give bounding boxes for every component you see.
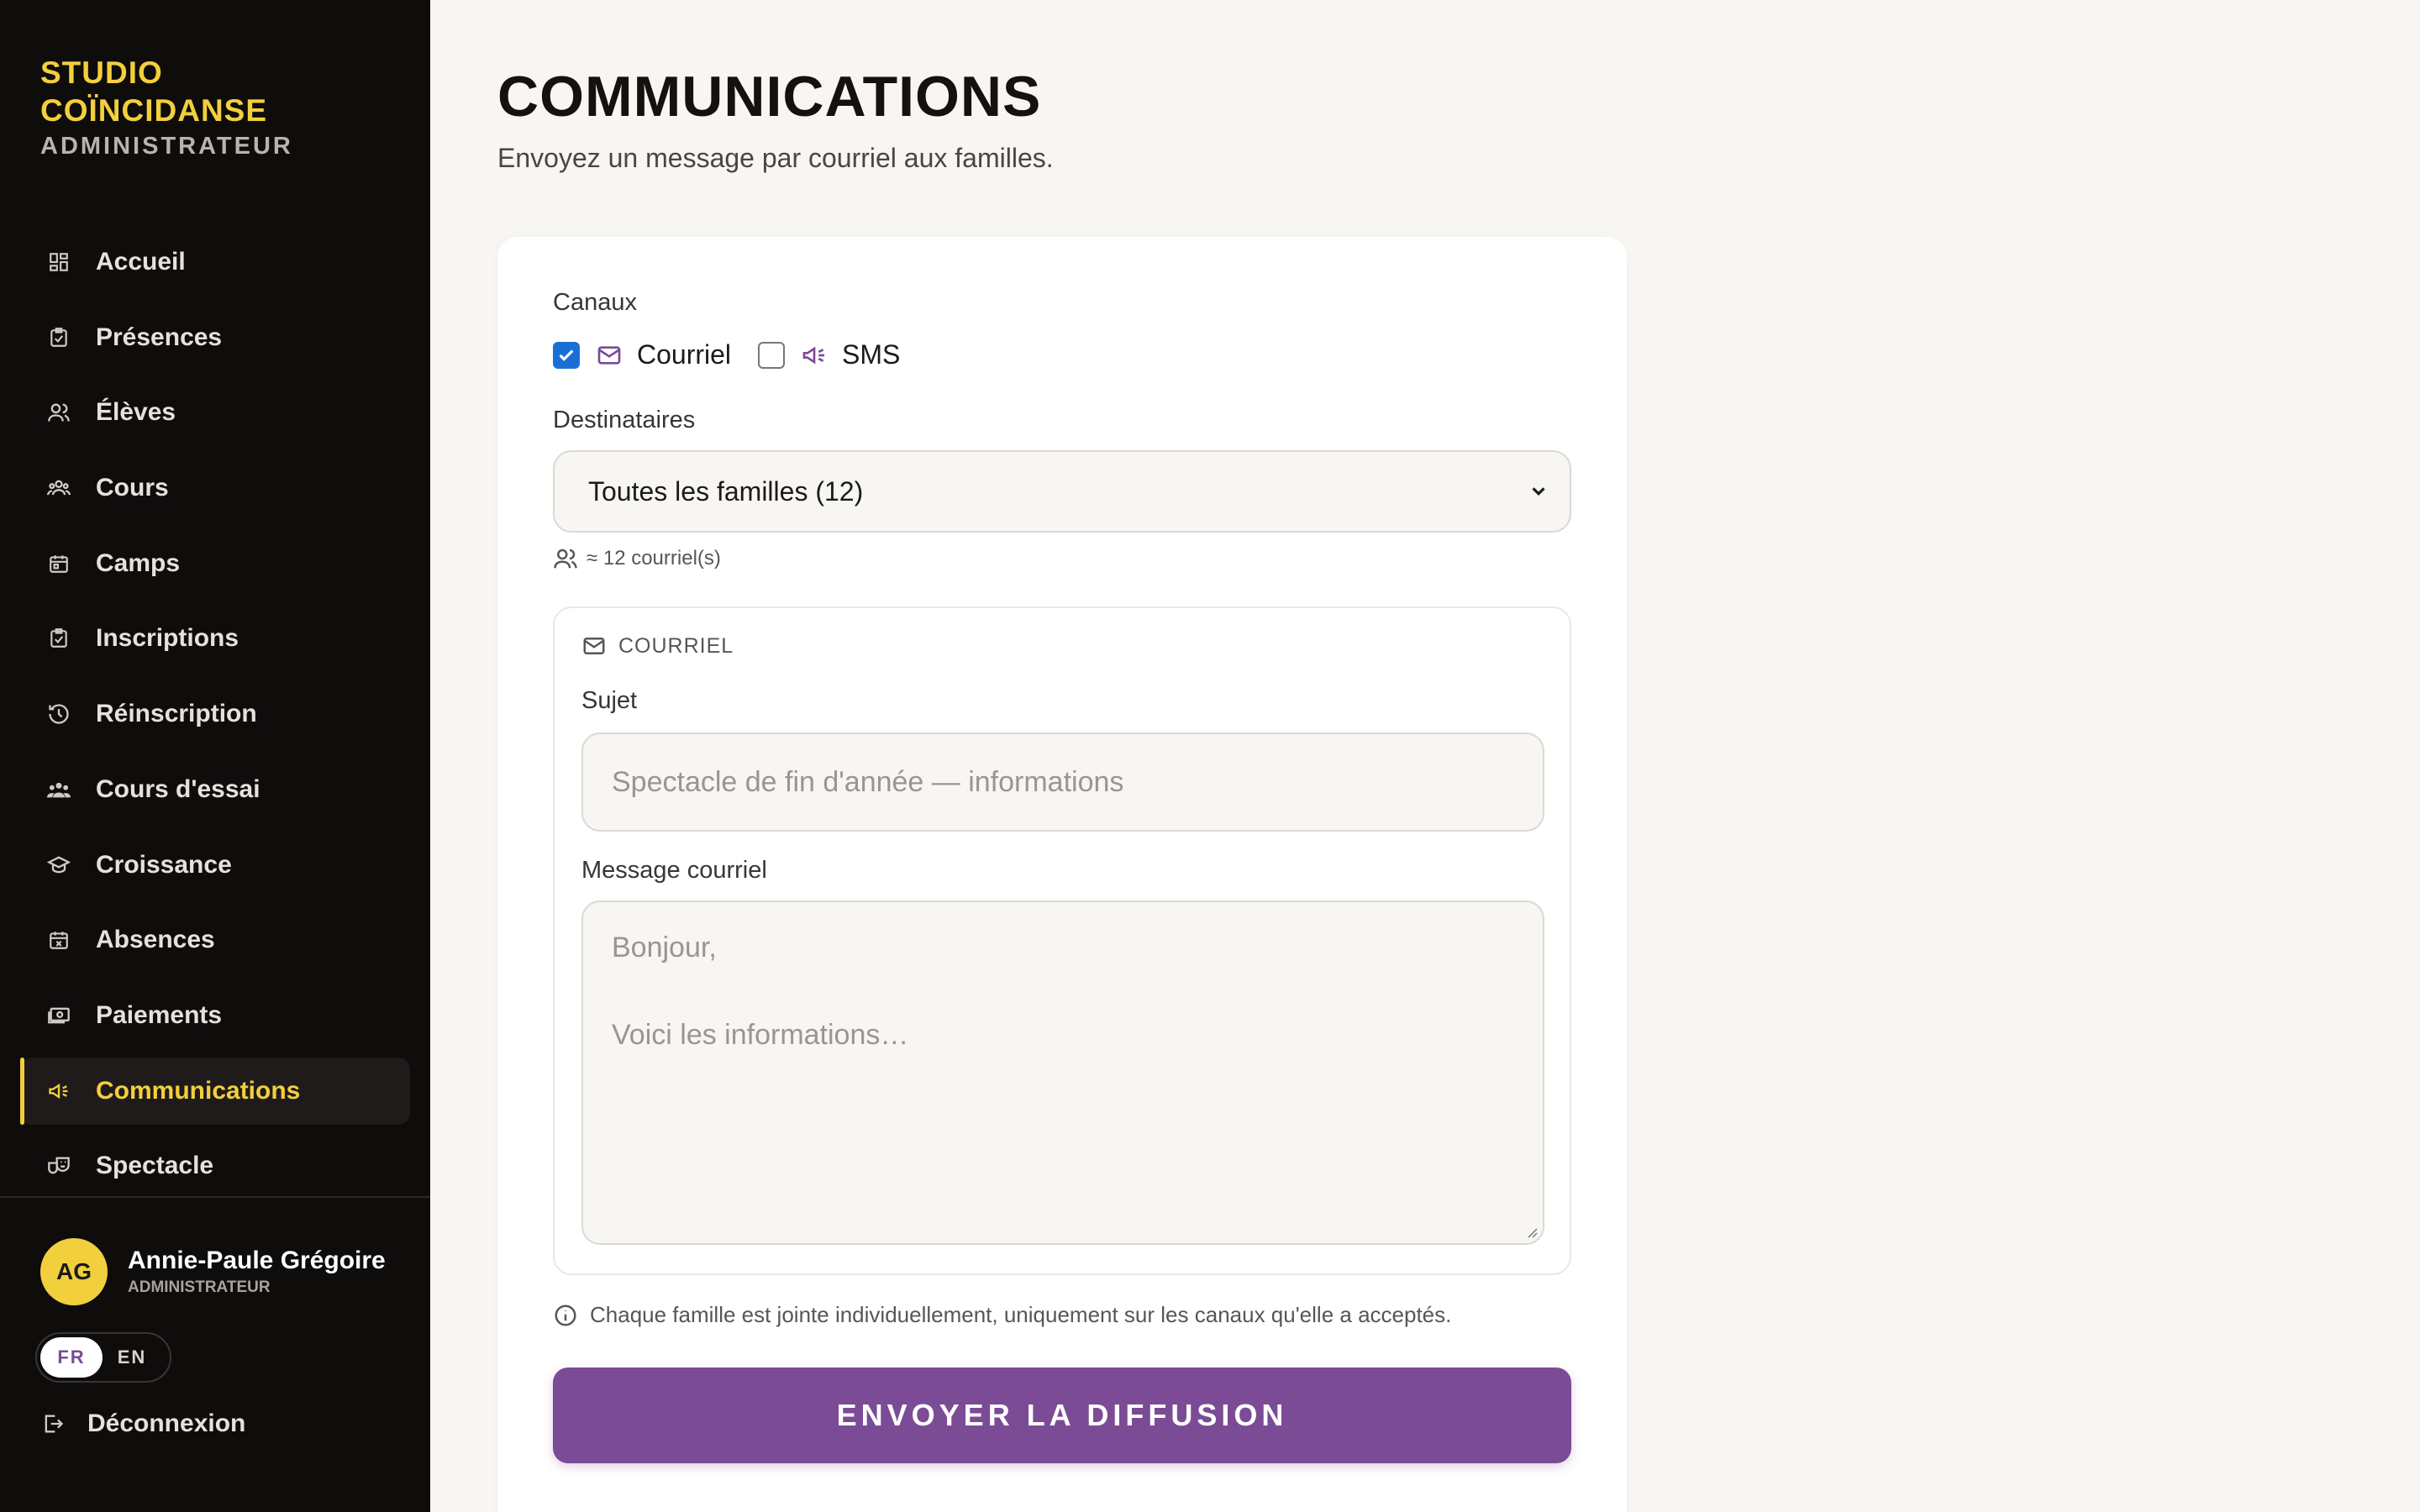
users-icon bbox=[47, 401, 71, 424]
sidebar-item-cours[interactable]: Cours bbox=[20, 454, 410, 522]
sidebar-item-camps[interactable]: Camps bbox=[20, 530, 410, 597]
user-role: ADMINISTRATEUR bbox=[128, 1278, 271, 1296]
brand-name-line2: COÏNCIDANSE bbox=[40, 93, 268, 128]
clipboard-check-icon bbox=[47, 326, 71, 349]
recipients-select[interactable]: Toutes les familles (12) bbox=[553, 450, 1571, 533]
sidebar-item-label: Spectacle bbox=[96, 1152, 214, 1180]
user-name: Annie-Paule Grégoire bbox=[128, 1247, 386, 1274]
calendar-icon bbox=[47, 552, 71, 575]
sidebar-item-croissance[interactable]: Croissance bbox=[20, 832, 410, 899]
calendar-x-icon bbox=[47, 928, 71, 952]
broadcast-form-card: Canaux Courriel SMS Destinataires Toutes… bbox=[497, 237, 1627, 1512]
brand: STUDIO COÏNCIDANSE ADMINISTRATEUR bbox=[40, 54, 293, 160]
history-icon bbox=[47, 702, 71, 726]
mail-icon bbox=[595, 341, 623, 370]
users-icon bbox=[554, 549, 577, 569]
sidebar-item-label: Cours bbox=[96, 474, 169, 502]
email-section: COURRIEL Sujet Spectacle de fin d'année … bbox=[553, 606, 1571, 1275]
megaphone-icon bbox=[800, 341, 829, 370]
sidebar-item-cours-essai[interactable]: Cours d'essai bbox=[20, 756, 410, 823]
sidebar-item-eleves[interactable]: Élèves bbox=[20, 379, 410, 446]
logout-button[interactable]: Déconnexion bbox=[40, 1410, 245, 1438]
sidebar-item-label: Communications bbox=[96, 1076, 301, 1105]
subject-placeholder: Spectacle de fin d'année — informations bbox=[612, 765, 1124, 798]
info-icon bbox=[555, 1305, 576, 1326]
sidebar-item-paiements[interactable]: Paiements bbox=[20, 982, 410, 1049]
logout-icon bbox=[40, 1411, 66, 1436]
lang-en-button[interactable]: EN bbox=[103, 1337, 161, 1378]
group-icon bbox=[47, 476, 71, 500]
sidebar-item-label: Élèves bbox=[96, 398, 176, 427]
subject-label: Sujet bbox=[581, 687, 638, 714]
sidebar-item-label: Croissance bbox=[96, 850, 232, 879]
message-textarea[interactable]: Bonjour, Voici les informations… bbox=[581, 900, 1544, 1245]
sidebar-item-communications[interactable]: Communications bbox=[20, 1057, 410, 1125]
sidebar-item-inscriptions[interactable]: Inscriptions bbox=[20, 605, 410, 672]
sidebar-item-presences[interactable]: Présences bbox=[20, 304, 410, 371]
sidebar-item-accueil[interactable]: Accueil bbox=[20, 228, 410, 296]
brand-role: ADMINISTRATEUR bbox=[40, 133, 293, 160]
graduation-cap-icon bbox=[47, 853, 71, 877]
sidebar-item-spectacle[interactable]: Spectacle bbox=[20, 1132, 410, 1200]
page-subtitle: Envoyez un message par courriel aux fami… bbox=[497, 143, 1054, 173]
page-title: COMMUNICATIONS bbox=[497, 65, 1042, 129]
recipients-label: Destinataires bbox=[553, 407, 696, 433]
theater-masks-icon bbox=[47, 1154, 71, 1178]
sidebar-item-label: Camps bbox=[96, 549, 181, 577]
sidebar-item-label: Inscriptions bbox=[96, 624, 239, 653]
message-placeholder-line1: Bonjour, bbox=[612, 932, 717, 963]
info-note-text: Chaque famille est jointe individuelleme… bbox=[590, 1302, 1452, 1327]
recipients-select-value: Toutes les familles (12) bbox=[588, 475, 864, 507]
email-channel-label[interactable]: Courriel bbox=[637, 339, 731, 370]
recipient-count-text: ≈ 12 courriel(s) bbox=[587, 547, 721, 570]
chevron-down-icon bbox=[1532, 487, 1545, 496]
subject-input[interactable]: Spectacle de fin d'année — informations bbox=[581, 732, 1544, 832]
sidebar-nav: Accueil Présences Élèves Cours Camps Ins… bbox=[20, 228, 410, 1208]
recipient-count: ≈ 12 courriel(s) bbox=[553, 546, 721, 571]
message-label: Message courriel bbox=[581, 857, 767, 884]
resize-handle-icon[interactable] bbox=[1524, 1225, 1538, 1238]
mail-icon bbox=[583, 638, 605, 654]
logout-label: Déconnexion bbox=[87, 1410, 246, 1437]
brand-name-line1: STUDIO bbox=[40, 55, 163, 90]
sms-channel-label[interactable]: SMS bbox=[842, 339, 900, 370]
channels-label: Canaux bbox=[553, 289, 637, 316]
clipboard-check-icon bbox=[47, 627, 71, 650]
megaphone-icon bbox=[47, 1079, 71, 1103]
group-icon bbox=[47, 778, 71, 801]
money-icon bbox=[47, 1004, 71, 1027]
user-profile: AG Annie-Paule Grégoire ADMINISTRATEUR bbox=[40, 1238, 386, 1305]
dashboard-icon bbox=[47, 250, 71, 274]
sidebar-item-label: Réinscription bbox=[96, 700, 257, 728]
lang-fr-button[interactable]: FR bbox=[40, 1337, 103, 1378]
sidebar-item-reinscription[interactable]: Réinscription bbox=[20, 680, 410, 748]
email-section-header: COURRIEL bbox=[581, 633, 734, 659]
checkmark-icon bbox=[559, 349, 574, 361]
message-placeholder-line2: Voici les informations… bbox=[612, 1019, 909, 1051]
sidebar-item-label: Présences bbox=[96, 323, 223, 351]
sidebar-item-label: Cours d'essai bbox=[96, 774, 260, 803]
sms-channel-checkbox[interactable] bbox=[758, 341, 786, 369]
avatar: AG bbox=[40, 1238, 108, 1305]
email-section-label: COURRIEL bbox=[618, 633, 734, 658]
send-broadcast-button[interactable]: ENVOYER LA DIFFUSION bbox=[553, 1368, 1571, 1463]
sidebar-item-label: Accueil bbox=[96, 248, 186, 276]
sidebar-item-absences[interactable]: Absences bbox=[20, 906, 410, 974]
email-channel-checkbox[interactable] bbox=[553, 341, 580, 369]
sidebar-item-label: Paiements bbox=[96, 1000, 223, 1029]
channels-group: Courriel SMS bbox=[553, 339, 900, 370]
sidebar-divider bbox=[0, 1196, 430, 1198]
sidebar-item-label: Absences bbox=[96, 926, 215, 954]
language-toggle: FR EN bbox=[35, 1332, 171, 1383]
info-note: Chaque famille est jointe individuelleme… bbox=[553, 1302, 1451, 1328]
sidebar: STUDIO COÏNCIDANSE ADMINISTRATEUR Accuei… bbox=[0, 0, 430, 1512]
